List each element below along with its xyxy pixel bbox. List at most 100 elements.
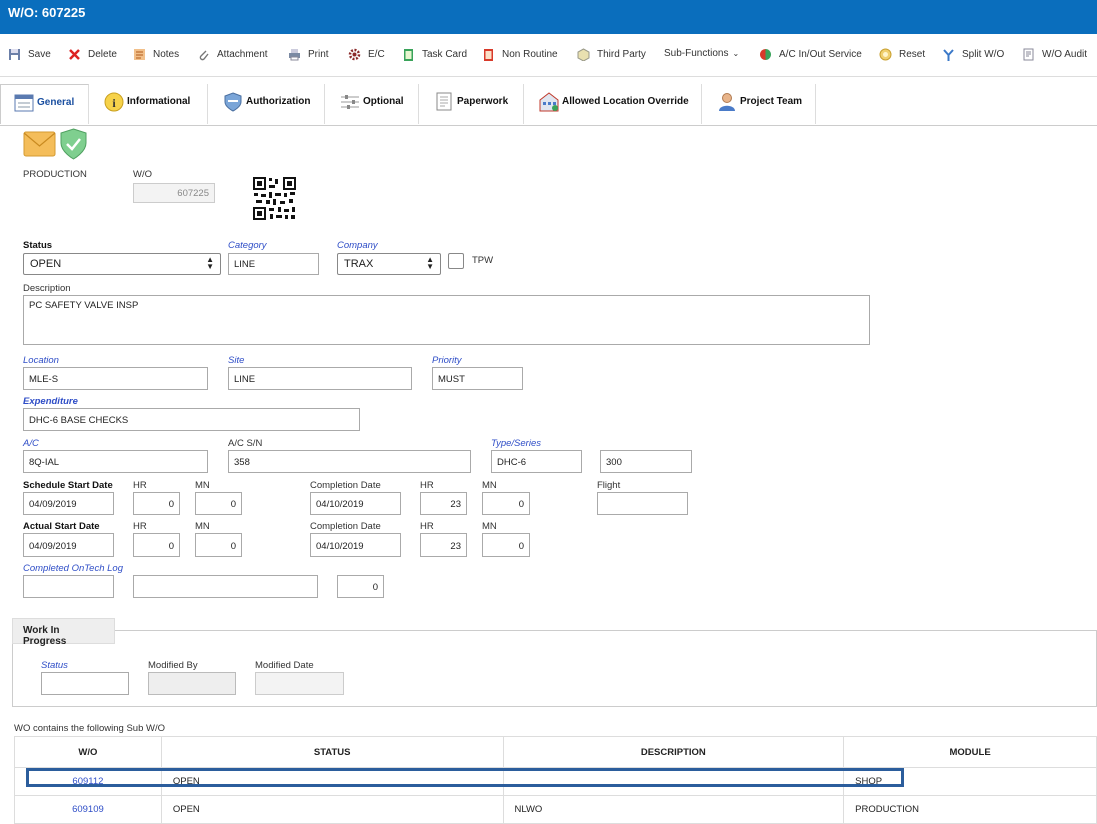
ac-sn-label: A/C S/N [228,438,263,449]
ac-sn-field[interactable]: 358 [228,450,471,473]
ac-service-button[interactable]: A/C In/Out Service [759,48,862,61]
save-label: Save [28,49,51,60]
schedule-completion-mn-field[interactable]: 0 [482,492,530,515]
split-wo-label: Split W/O [962,49,1005,60]
flight-field[interactable] [597,492,688,515]
tab-optional-label: Optional [363,96,404,107]
column-header-status[interactable]: STATUS [160,736,504,768]
ontech-log-field-1[interactable] [23,575,114,598]
priority-label: Priority [432,355,462,366]
schedule-start-date-field[interactable]: 04/09/2019 [23,492,114,515]
hr-label: HR [133,521,147,532]
type-field[interactable]: DHC-6 [491,450,582,473]
tab-paperwork[interactable]: Paperwork [419,84,524,124]
wip-status-label: Status [41,660,68,671]
company-select[interactable]: TRAX ▲ ▼ [337,253,441,275]
category-field[interactable]: LINE [228,253,319,275]
reset-icon [879,48,892,61]
delete-label: Delete [88,49,117,60]
delete-button[interactable]: Delete [68,48,117,61]
print-label: Print [308,49,329,60]
site-label: Site [228,355,245,366]
column-header-description[interactable]: DESCRIPTION [502,736,845,768]
notes-button[interactable]: Notes [133,48,179,61]
save-button[interactable]: Save [8,48,51,61]
site-field[interactable]: LINE [228,367,412,390]
actual-start-date-field[interactable]: 04/09/2019 [23,533,114,557]
tab-paperwork-label: Paperwork [457,96,509,107]
ontech-log-count-field[interactable]: 0 [337,575,384,598]
mn-label: MN [195,480,210,491]
third-party-label: Third Party [597,49,646,60]
envelope-icon[interactable] [23,131,56,157]
hr-label: HR [420,521,434,532]
schedule-start-hr-field[interactable]: 0 [133,492,180,515]
expenditure-field[interactable]: DHC-6 BASE CHECKS [23,408,360,431]
actual-completion-date-field[interactable]: 04/10/2019 [310,533,401,557]
reset-button[interactable]: Reset [879,48,925,61]
wip-status-field[interactable] [41,672,129,695]
third-party-icon [577,48,590,61]
attachment-button[interactable]: Attachment [197,48,268,61]
tab-general[interactable]: General [0,84,89,124]
tab-authorization[interactable]: Authorization [208,84,325,124]
non-routine-label: Non Routine [502,49,558,60]
ontech-log-field-2[interactable] [133,575,318,598]
priority-field[interactable]: MUST [432,367,523,390]
qr-code-image [253,177,296,220]
tab-informational[interactable]: i Informational [89,84,208,124]
description-textarea[interactable]: PC SAFETY VALVE INSP [23,295,870,345]
wo-audit-button[interactable]: W/O Audit [1022,48,1087,61]
description-label: Description [23,283,71,294]
location-label: Location [23,355,59,366]
info-icon: i [104,92,124,112]
task-card-button[interactable]: Task Card [402,48,467,61]
audit-icon [1022,48,1035,61]
save-icon [8,48,21,61]
table-row[interactable]: 609109 OPEN NLWO PRODUCTION [14,795,1097,824]
person-icon [719,93,735,111]
status-select[interactable]: OPEN ▲ ▼ [23,253,221,275]
column-header-wo[interactable]: W/O [14,736,162,768]
actual-start-label: Actual Start Date [23,521,100,532]
non-routine-button[interactable]: Non Routine [482,48,558,61]
window-title: W/O: 607225 [8,5,86,20]
shield-icon [224,92,242,112]
tab-project-team[interactable]: Project Team [702,84,816,124]
modified-by-label: Modified By [148,660,198,671]
third-party-button[interactable]: Third Party [577,48,646,61]
series-field[interactable]: 300 [600,450,692,473]
ec-button[interactable]: E/C [348,48,385,61]
tab-authorization-label: Authorization [246,96,311,107]
split-icon [942,48,955,61]
print-button[interactable]: Print [288,48,329,61]
schedule-completion-date-field[interactable]: 04/10/2019 [310,492,401,515]
tpw-checkbox[interactable] [448,253,464,269]
tab-informational-label: Informational [127,96,191,107]
sub-wo-module: PRODUCTION [843,795,1097,824]
status-select-value: OPEN [30,258,62,270]
actual-start-mn-field[interactable]: 0 [195,533,242,557]
actual-start-hr-field[interactable]: 0 [133,533,180,557]
modified-date-field [255,672,344,695]
tab-allowed-location-override[interactable]: Allowed Location Override [524,84,702,124]
sub-functions-menu[interactable]: Sub-Functions ⌄ [664,48,739,59]
column-header-module[interactable]: MODULE [843,736,1097,768]
schedule-start-mn-field[interactable]: 0 [195,492,242,515]
verified-shield-icon [60,128,87,160]
actual-completion-mn-field[interactable]: 0 [482,533,530,557]
ac-field[interactable]: 8Q-IAL [23,450,208,473]
split-wo-button[interactable]: Split W/O [942,48,1004,61]
hr-label: HR [420,480,434,491]
expenditure-label: Expenditure [23,396,78,407]
sliders-icon [341,95,359,109]
select-arrows-icon: ▲ ▼ [426,255,434,271]
company-select-value: TRAX [344,258,374,270]
tab-optional[interactable]: Optional [325,84,419,124]
location-field[interactable]: MLE-S [23,367,208,390]
actual-completion-hr-field[interactable]: 23 [420,533,467,557]
sub-wo-link[interactable]: 609109 [14,795,162,824]
company-label: Company [337,240,378,251]
schedule-start-label: Schedule Start Date [23,480,113,491]
schedule-completion-hr-field[interactable]: 23 [420,492,467,515]
